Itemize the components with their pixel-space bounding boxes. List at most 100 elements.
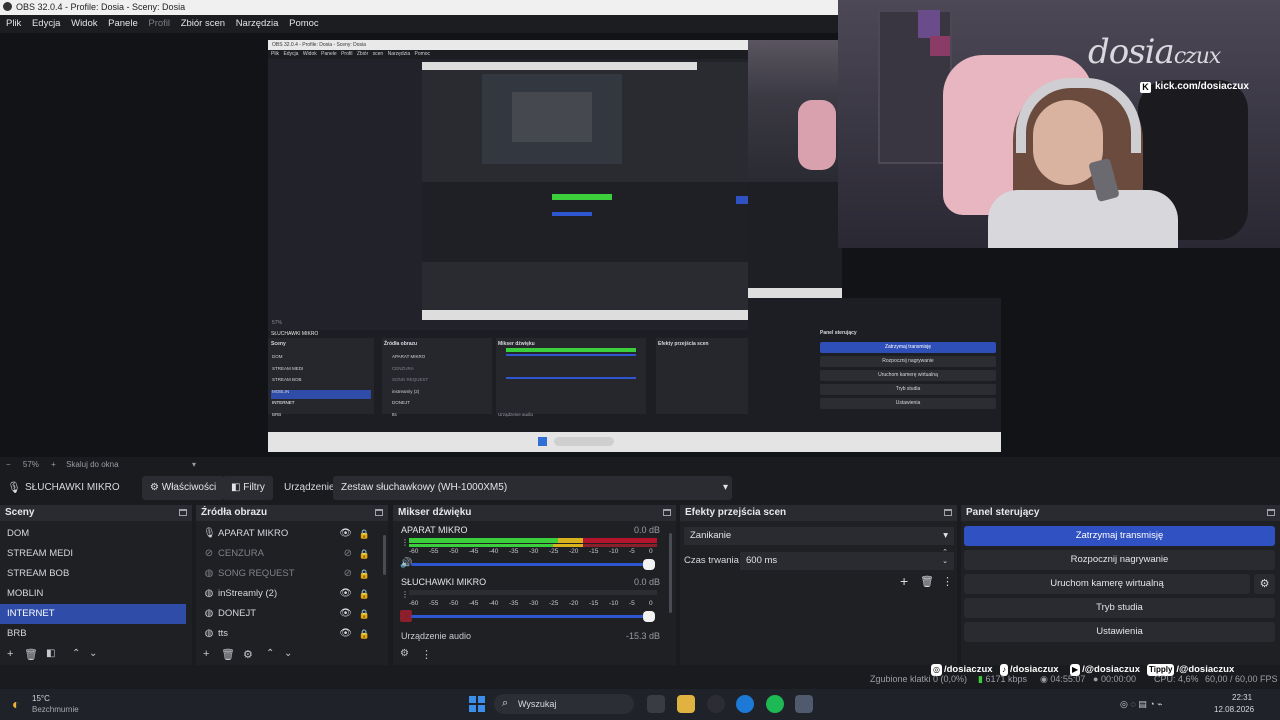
nested-mixer-title: Mikser dźwięku bbox=[498, 341, 535, 347]
nested-stop-button: Zatrzymaj transmisję bbox=[820, 342, 996, 353]
scene-item[interactable]: STREAM BOB bbox=[0, 564, 186, 584]
window-title-bar: OBS 32.0.4 - Profile: Dosia - Sceny: Dos… bbox=[0, 0, 838, 15]
volume-slider[interactable] bbox=[411, 611, 655, 622]
undock-icon[interactable] bbox=[375, 509, 383, 516]
menu-edycja[interactable]: Edycja bbox=[32, 18, 61, 29]
globe-icon: ◍ bbox=[204, 568, 214, 579]
undock-icon[interactable] bbox=[944, 509, 952, 516]
lock-icon[interactable]: 🔒 bbox=[359, 564, 370, 584]
settings-app-icon[interactable] bbox=[795, 695, 813, 713]
file-explorer-icon[interactable] bbox=[677, 695, 695, 713]
spin-arrows-icon[interactable]: ⌃ ⌄ bbox=[942, 548, 948, 566]
menu-narzedzia[interactable]: Narzędzia bbox=[236, 18, 279, 29]
source-item[interactable]: ◍ inStreamly (2) 👁 🔒 bbox=[196, 584, 382, 604]
source-item[interactable]: ◍ tts 👁 🔒 bbox=[196, 624, 382, 644]
scene-item[interactable]: STREAM MEDI bbox=[0, 544, 186, 564]
add-icon[interactable]: + bbox=[7, 648, 13, 660]
mixer-scrollbar[interactable] bbox=[669, 533, 672, 613]
menu-panele[interactable]: Panele bbox=[108, 18, 138, 29]
eye-icon[interactable]: 👁 bbox=[339, 624, 352, 644]
eye-icon[interactable]: 👁 bbox=[339, 604, 352, 624]
stop-stream-button[interactable]: Zatrzymaj transmisję bbox=[964, 526, 1275, 546]
mixer-settings-icon[interactable]: ⚙ bbox=[400, 648, 409, 659]
scene-item[interactable]: MOBLIN bbox=[0, 584, 186, 604]
lock-icon[interactable]: 🔒 bbox=[359, 544, 370, 564]
arrow-down-icon[interactable]: ⌄ bbox=[284, 648, 292, 659]
arrow-up-icon[interactable]: ⌃ bbox=[266, 648, 274, 659]
trash-icon[interactable]: 🗑 bbox=[221, 648, 235, 661]
zoom-out-icon[interactable]: − bbox=[6, 460, 11, 469]
eye-off-icon: ⊘ bbox=[204, 548, 214, 559]
lock-icon[interactable]: 🔒 bbox=[359, 584, 370, 604]
zoom-dropdown-icon[interactable]: ▾ bbox=[192, 458, 196, 472]
eye-off-icon[interactable]: ⊘ bbox=[344, 564, 352, 584]
scene-filter-icon[interactable]: ◧ bbox=[46, 648, 55, 659]
nested-settings-button: Ustawienia bbox=[820, 398, 996, 409]
menu-widok[interactable]: Widok bbox=[71, 18, 97, 29]
taskbar-search[interactable]: ⌕ Wyszukaj bbox=[494, 694, 634, 714]
selected-source-name: SŁUCHAWKI MIKRO bbox=[25, 482, 120, 493]
filter-icon: ◧ bbox=[231, 482, 241, 493]
obs-taskbar-icon[interactable] bbox=[707, 695, 725, 713]
duration-field[interactable]: 600 ms ⌃ ⌄ bbox=[740, 549, 954, 570]
task-view-icon[interactable] bbox=[647, 695, 665, 713]
scene-item[interactable]: DOM bbox=[0, 524, 186, 544]
chevron-down-icon: ▾ bbox=[943, 530, 948, 541]
eye-icon[interactable]: 👁 bbox=[339, 584, 352, 604]
settings-button[interactable]: Ustawienia bbox=[964, 622, 1275, 642]
transition-select[interactable]: Zanikanie ▾ bbox=[684, 527, 954, 545]
zoom-mode[interactable]: Skaluj do okna bbox=[66, 460, 118, 469]
transitions-title: Efekty przejścia scen bbox=[685, 507, 787, 518]
lock-icon[interactable]: 🔒 bbox=[359, 624, 370, 644]
weather-icon: ◐ bbox=[12, 696, 21, 712]
meter-scale-tick: -45 bbox=[469, 548, 479, 555]
add-source-icon[interactable]: + bbox=[203, 648, 209, 660]
menu-plik[interactable]: Plik bbox=[6, 18, 21, 29]
source-item[interactable]: 🎙 APARAT MIKRO 👁 🔒 bbox=[196, 524, 382, 544]
volume-slider-knob[interactable] bbox=[643, 559, 655, 570]
device-select[interactable]: Zestaw słuchawkowy (WH-1000XM5) ▾ bbox=[333, 476, 732, 500]
scene-transitions-dock: Efekty przejścia scen Zanikanie ▾ Czas tr… bbox=[680, 505, 957, 665]
spotify-icon[interactable] bbox=[766, 695, 784, 713]
menu-pomoc[interactable]: Pomoc bbox=[289, 18, 319, 29]
lock-icon[interactable]: 🔒 bbox=[359, 604, 370, 624]
arrow-up-icon[interactable]: ⌃ bbox=[72, 648, 80, 659]
source-item[interactable]: ◍ DONEJT 👁 🔒 bbox=[196, 604, 382, 624]
more-options-icon[interactable]: ⋮ bbox=[942, 575, 953, 588]
menu-zbior-scen[interactable]: Zbiór scen bbox=[181, 18, 225, 29]
arrow-down-icon[interactable]: ⌄ bbox=[89, 648, 97, 659]
mic-icon: 🎙 bbox=[7, 482, 21, 494]
sources-scrollbar[interactable] bbox=[383, 535, 386, 575]
virtual-camera-button[interactable]: Uruchom kamerę wirtualną bbox=[964, 574, 1250, 594]
windows-start-icon[interactable] bbox=[469, 696, 485, 712]
volume-slider-knob[interactable] bbox=[643, 611, 655, 622]
lock-icon[interactable]: 🔒 bbox=[359, 524, 370, 544]
meter-scale-tick: 0 bbox=[649, 600, 653, 607]
undock-icon[interactable] bbox=[179, 509, 187, 516]
start-recording-button[interactable]: Rozpocznij nagrywanie bbox=[964, 550, 1275, 570]
undock-icon[interactable] bbox=[663, 509, 671, 516]
gear-icon[interactable]: ⚙ bbox=[243, 648, 253, 661]
more-options-icon[interactable]: ⋮ bbox=[421, 648, 432, 661]
meter-scale-tick: -40 bbox=[489, 600, 499, 607]
properties-button[interactable]: ⚙ Właściwości bbox=[142, 476, 225, 500]
eye-off-icon[interactable]: ⊘ bbox=[344, 544, 352, 564]
filters-button[interactable]: ◧ Filtry bbox=[223, 476, 273, 500]
add-transition-icon[interactable]: + bbox=[900, 573, 908, 589]
trash-icon[interactable]: 🗑 bbox=[920, 575, 934, 588]
studio-mode-button[interactable]: Tryb studia bbox=[964, 598, 1275, 618]
scene-item-selected[interactable]: INTERNET bbox=[0, 604, 186, 624]
system-tray-icons[interactable]: ◎ ◌ ▤ ◔ ⌁ bbox=[1120, 699, 1163, 710]
edge-icon[interactable] bbox=[736, 695, 754, 713]
mic-icon: 🎙 bbox=[203, 528, 216, 539]
volume-slider[interactable] bbox=[411, 559, 655, 570]
source-item[interactable]: ◍ SONG REQUEST ⊘ 🔒 bbox=[196, 564, 382, 584]
undock-icon[interactable] bbox=[1267, 509, 1275, 516]
menu-profil[interactable]: Profil bbox=[148, 18, 170, 29]
scene-item[interactable]: BRB bbox=[0, 624, 186, 644]
zoom-in-icon[interactable]: + bbox=[51, 460, 56, 469]
virtual-camera-settings-icon[interactable]: ⚙ bbox=[1254, 574, 1275, 594]
source-item[interactable]: ⊘ CENZURA ⊘ 🔒 bbox=[196, 544, 382, 564]
trash-icon[interactable]: 🗑 bbox=[24, 648, 38, 661]
eye-icon[interactable]: 👁 bbox=[339, 524, 352, 544]
